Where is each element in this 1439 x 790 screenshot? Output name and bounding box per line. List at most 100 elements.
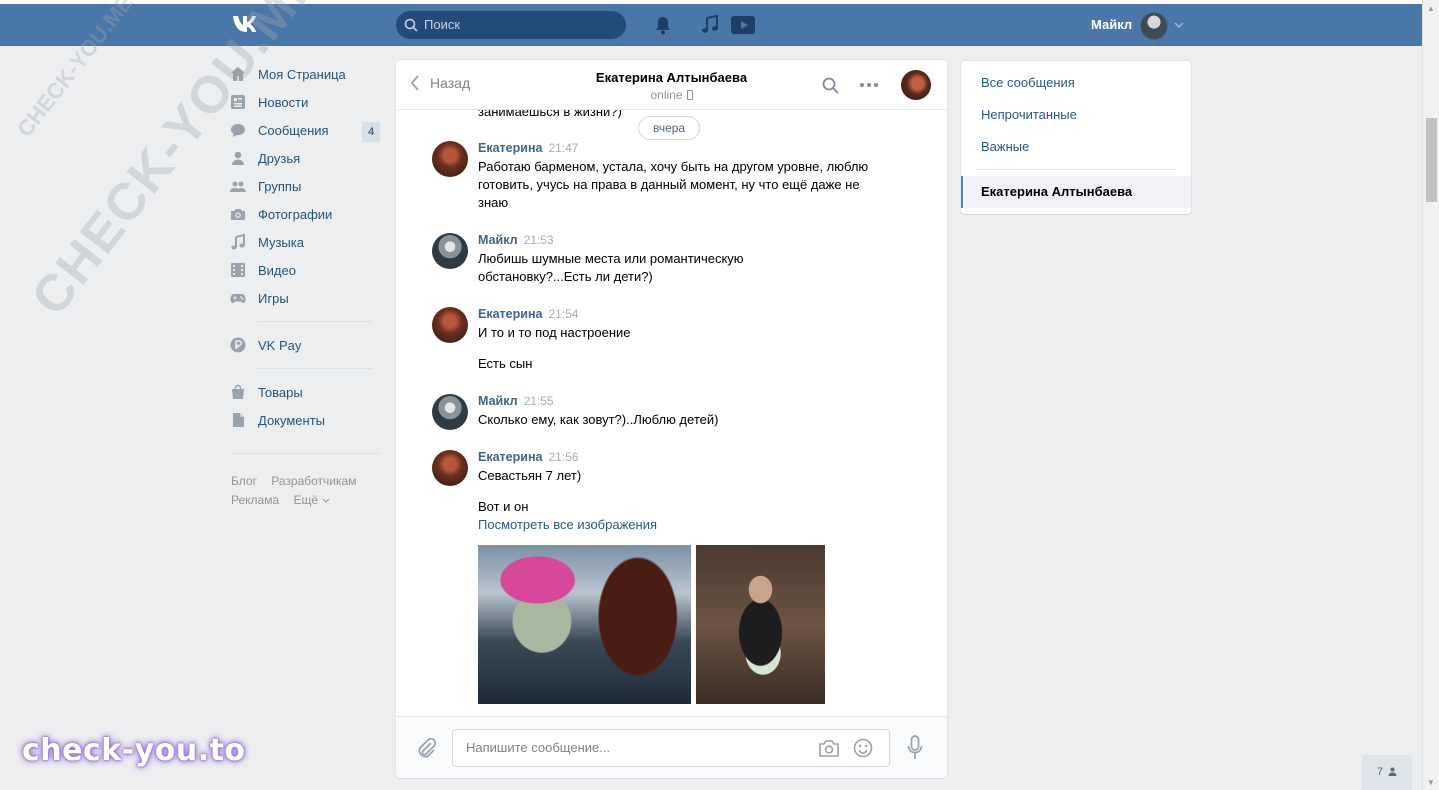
nav-item-vkpay[interactable]: VK Pay	[230, 331, 380, 359]
message-text: Вот и он	[478, 499, 529, 514]
nav-label: Группы	[258, 178, 302, 194]
user-name[interactable]: Майкл	[1091, 17, 1132, 32]
vkpay-icon	[230, 337, 246, 353]
message-author[interactable]: Майкл 21:53	[478, 233, 554, 247]
camera-icon[interactable]	[819, 739, 839, 757]
filter-all-messages[interactable]: Все сообщения	[981, 75, 1075, 90]
message-author[interactable]: Майкл 21:55	[478, 394, 554, 408]
user-avatar[interactable]	[1140, 12, 1168, 40]
music-note-icon[interactable]	[701, 15, 719, 35]
nav-label: Друзья	[258, 150, 301, 166]
nav-label: Сообщения	[258, 122, 329, 138]
footer-ads-link[interactable]: Реклама	[231, 493, 279, 507]
footer-blog-link[interactable]: Блог	[231, 474, 257, 488]
more-icon[interactable]	[859, 82, 879, 88]
camera-icon	[231, 209, 245, 220]
search-bar[interactable]: Поиск	[396, 11, 626, 39]
nav-item-games[interactable]: Игры	[230, 284, 380, 312]
nav-item-video[interactable]: Видео	[230, 256, 380, 284]
divider	[976, 169, 1176, 170]
message-time: 21:54	[548, 307, 579, 321]
message-author[interactable]: Екатерина 21:47	[478, 141, 578, 155]
microphone-icon[interactable]	[907, 735, 923, 761]
nav-item-friends[interactable]: Друзья	[230, 144, 380, 172]
message-author[interactable]: Екатерина 21:56	[478, 450, 578, 464]
footer-links: Блог Разработчикам Реклама Ещё	[231, 472, 381, 510]
nav-label: Документы	[258, 412, 326, 428]
footer-more-link[interactable]: Ещё	[293, 493, 330, 507]
nav-item-photos[interactable]: Фотографии	[230, 200, 380, 228]
footer-divider	[230, 453, 380, 454]
author-name: Екатерина	[478, 141, 543, 155]
avatar[interactable]	[432, 307, 468, 343]
online-counter[interactable]: 7	[1362, 755, 1412, 790]
chevron-down-icon[interactable]	[1174, 21, 1184, 29]
scroll-up-icon[interactable]: ▲	[1427, 4, 1435, 13]
active-conversation-label: Екатерина Алтынбаева	[981, 184, 1133, 199]
view-all-images-link[interactable]: Посмотреть все изображения	[478, 517, 657, 532]
nav-item-music[interactable]: Музыка	[230, 228, 380, 256]
friends-icon	[232, 151, 244, 165]
message-input[interactable]: Напишите сообщение...	[452, 729, 890, 767]
nav-item-documents[interactable]: Документы	[230, 406, 380, 434]
vk-logo-icon[interactable]	[231, 13, 265, 35]
avatar[interactable]	[432, 233, 468, 269]
footer-more-label: Ещё	[293, 493, 319, 507]
emoji-icon[interactable]	[853, 738, 873, 758]
play-icon[interactable]	[731, 15, 755, 35]
search-input[interactable]: Поиск	[424, 17, 460, 32]
games-icon	[230, 294, 246, 303]
message-filters-panel: Все сообщения Непрочитанные Важные Екате…	[961, 61, 1191, 214]
page-scrollbar[interactable]: ▲ ▼	[1422, 0, 1439, 790]
nav-item-messages[interactable]: Сообщения 4	[230, 116, 380, 144]
nav-label: Моя Страница	[258, 66, 346, 82]
chat-status: online	[396, 88, 947, 102]
groups-icon	[230, 181, 246, 192]
nav-label: Игры	[258, 290, 289, 306]
search-icon[interactable]	[822, 77, 839, 94]
active-conversation[interactable]: Екатерина Алтынбаева	[961, 176, 1191, 208]
nav-divider	[258, 368, 372, 369]
photo-attachment[interactable]	[696, 545, 825, 704]
nav-item-goods[interactable]: Товары	[230, 378, 380, 406]
author-name: Майкл	[478, 233, 518, 247]
left-nav: Моя Страница Новости Сообщения 4 Друзья …	[230, 60, 380, 434]
nav-label: Новости	[258, 94, 309, 110]
nav-item-my-page[interactable]: Моя Страница	[230, 60, 380, 88]
chat-avatar[interactable]	[901, 70, 931, 100]
bell-icon[interactable]	[654, 15, 672, 35]
home-icon	[231, 67, 245, 81]
message-text: Севастьян 7 лет)	[478, 468, 582, 483]
watermark-brand: check-you.to	[22, 733, 246, 768]
photo-attachment[interactable]	[478, 545, 691, 704]
message-text: занимаешься в жизни?)	[478, 110, 622, 119]
day-separator: вчера	[638, 116, 701, 140]
message-text: Есть сын	[478, 356, 533, 371]
filter-unread[interactable]: Непрочитанные	[981, 107, 1077, 122]
message-time: 21:47	[548, 141, 579, 155]
paperclip-icon[interactable]	[416, 737, 436, 759]
music-icon	[231, 234, 245, 250]
nav-label: Товары	[258, 384, 303, 400]
nav-item-news[interactable]: Новости	[230, 88, 380, 116]
mobile-icon	[686, 90, 693, 100]
person-icon	[1388, 767, 1397, 776]
message-time: 21:55	[523, 394, 554, 408]
video-icon	[231, 263, 245, 277]
footer-dev-link[interactable]: Разработчикам	[271, 474, 356, 488]
message-author[interactable]: Екатерина 21:54	[478, 307, 578, 321]
scrollbar-thumb[interactable]	[1426, 118, 1437, 202]
counter-value: 7	[1376, 766, 1384, 778]
scroll-down-icon[interactable]: ▼	[1427, 778, 1435, 787]
nav-label: VK Pay	[258, 337, 302, 353]
messages-badge: 4	[362, 122, 380, 142]
chevron-down-icon	[322, 498, 330, 503]
messages-icon	[231, 124, 245, 137]
nav-item-groups[interactable]: Группы	[230, 172, 380, 200]
avatar[interactable]	[432, 141, 468, 177]
document-icon	[233, 413, 244, 427]
filter-important[interactable]: Важные	[981, 139, 1029, 154]
avatar[interactable]	[432, 450, 468, 486]
avatar[interactable]	[432, 394, 468, 430]
top-header: Поиск Майкл	[0, 4, 1422, 46]
